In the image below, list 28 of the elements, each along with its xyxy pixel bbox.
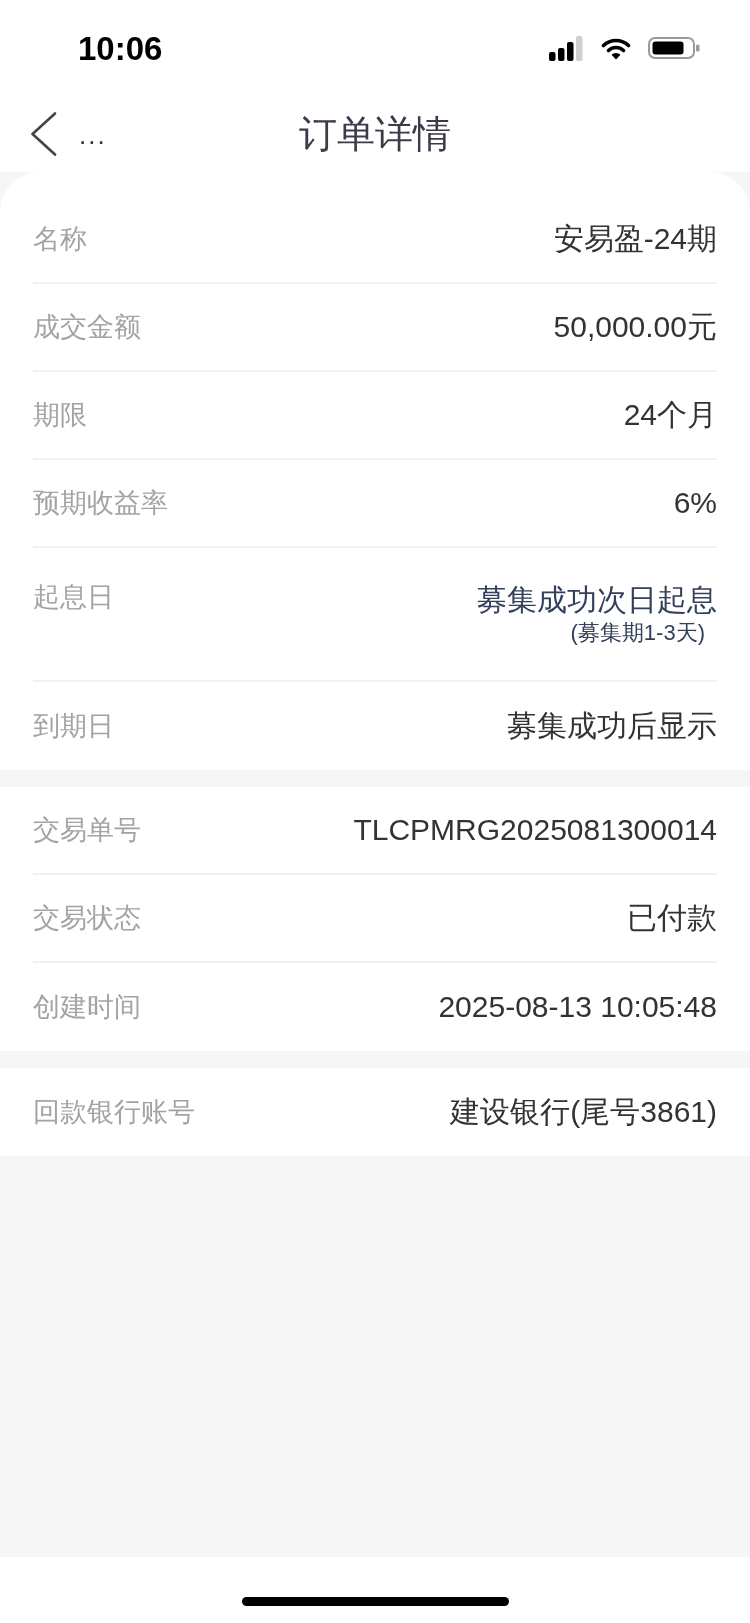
field-value: 50,000.00元 xyxy=(553,309,717,346)
field-label: 起息日 xyxy=(33,581,114,614)
field-value: 募集成功次日起息 xyxy=(477,582,717,618)
wifi-icon xyxy=(601,36,631,60)
back-icon xyxy=(30,112,57,156)
field-label: 交易单号 xyxy=(33,813,141,847)
note-text: (募集期1-3天) xyxy=(570,618,705,647)
status-time: 10:06 xyxy=(78,31,163,65)
back-button[interactable]: ... xyxy=(30,112,107,156)
field-label: 创建时间 xyxy=(33,990,141,1024)
field-label: 到期日 xyxy=(33,709,114,743)
battery-icon xyxy=(648,37,700,59)
signal-icon xyxy=(549,35,584,61)
field-value: TLCPMRG2025081300014 xyxy=(353,812,717,849)
field-label: 交易状态 xyxy=(33,901,141,935)
field-value: 2025-08-13 10:05:48 xyxy=(438,989,717,1026)
field-label: 成交金额 xyxy=(33,310,141,344)
field-label: 期限 xyxy=(33,398,87,432)
field-label: 回款银行账号 xyxy=(33,1095,195,1129)
field-value: 24个月 xyxy=(623,397,717,434)
field-value: 已付款 xyxy=(627,900,717,937)
field-label: 预期收益率 xyxy=(33,486,168,520)
field-label: 名称 xyxy=(33,222,87,256)
page-title: 订单详情 xyxy=(299,115,451,153)
field-value: 安易盈-24期 xyxy=(553,221,717,258)
field-value: 募集成功后显示 xyxy=(507,708,717,745)
field-value: 建设银行(尾号3861) xyxy=(450,1094,717,1131)
field-value: 6% xyxy=(673,485,717,522)
